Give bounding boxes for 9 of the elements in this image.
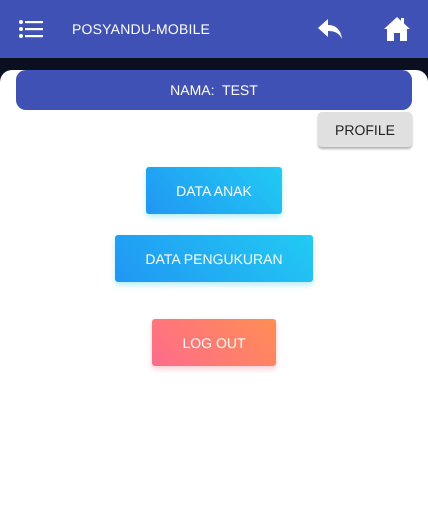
home-icon[interactable] [383, 16, 411, 42]
name-bar: NAMA: TEST [16, 70, 412, 110]
reply-arrow-icon[interactable] [317, 18, 343, 40]
profile-button[interactable]: PROFILE [318, 112, 412, 147]
menu-button[interactable]: DATA PENGUKURAN [115, 235, 313, 282]
app-title: POSYANDU-MOBILE [72, 21, 210, 37]
menu-button[interactable]: DATA ANAK [146, 167, 282, 214]
menu-icon[interactable] [19, 20, 43, 38]
menu-button[interactable]: LOG OUT [152, 319, 276, 366]
